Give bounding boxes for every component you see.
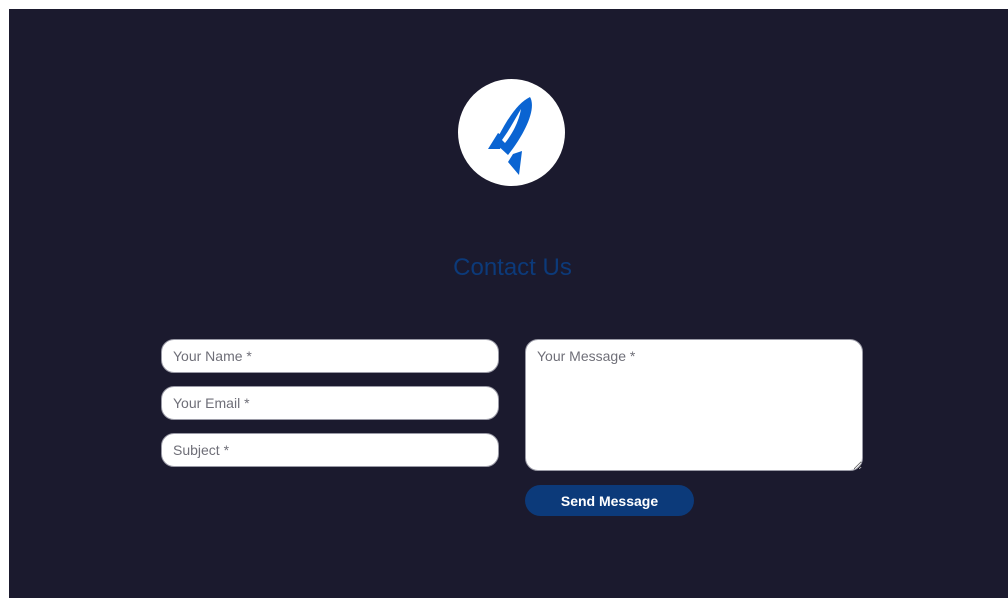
subject-input[interactable] xyxy=(161,433,499,467)
message-textarea[interactable] xyxy=(525,339,863,471)
send-message-button[interactable]: Send Message xyxy=(525,485,694,516)
email-input[interactable] xyxy=(161,386,499,420)
rocket-icon xyxy=(488,97,532,175)
logo xyxy=(458,79,565,186)
contact-page: Contact Us Send Message xyxy=(9,9,1008,598)
page-title: Contact Us xyxy=(453,254,572,281)
name-input[interactable] xyxy=(161,339,499,373)
